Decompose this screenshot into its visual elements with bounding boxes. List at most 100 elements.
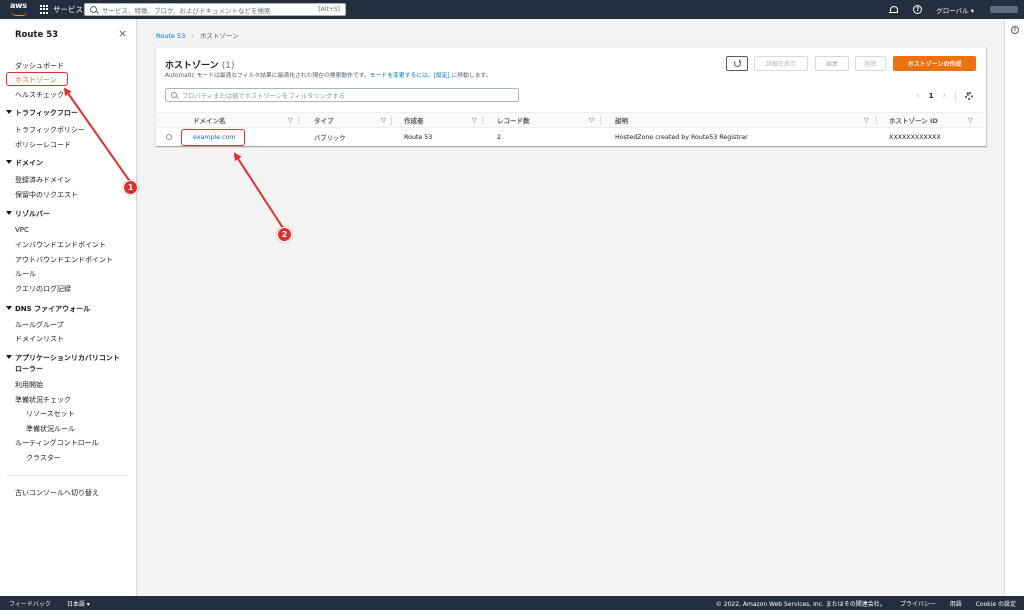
table-row[interactable]: example.com パブリック Route 53 2 HostedZone … (157, 129, 985, 145)
column-divider (876, 116, 877, 125)
sidebar-item-routing-control[interactable]: ルーティングコントロール (15, 438, 99, 448)
top-navigation: aws サービス サービス、特徴、ブログ、およびドキュメントなどを検索 [Alt… (0, 0, 1024, 19)
sidebar-divider (6, 475, 128, 476)
right-rail: i (1004, 19, 1024, 596)
column-divider (600, 116, 601, 125)
privacy-link[interactable]: プライバシー (900, 599, 936, 608)
pagination: ‹ 1 › (916, 90, 974, 101)
sidebar-section-traffic-flow[interactable]: トラフィックフロー (6, 108, 78, 119)
help-icon[interactable]: ? (913, 5, 923, 14)
highlight-box-hosted-zones (6, 72, 68, 86)
column-header-domain[interactable]: ドメイン名 (193, 113, 226, 127)
sidebar-section-arc-line2[interactable]: ローラー (15, 364, 43, 375)
prev-page-icon[interactable]: ‹ (916, 91, 920, 101)
edit-button[interactable]: 編集 (815, 56, 849, 71)
search-icon (171, 92, 177, 98)
view-details-button[interactable]: 詳細を表示 (754, 56, 808, 71)
chevron-right-icon: › (191, 32, 194, 40)
sidebar-item-query-logging[interactable]: クエリのログ記録 (15, 284, 71, 294)
breadcrumb-root-link[interactable]: Route 53 (156, 32, 185, 40)
cell-description: HostedZone created by Route53 Registrar (615, 133, 748, 141)
breadcrumb: Route 53 › ホストゾーン (156, 30, 239, 40)
sidebar-item-registered-domains[interactable]: 登録済みドメイン (15, 175, 71, 185)
sidebar-item-domain-lists[interactable]: ドメインリスト (15, 334, 64, 344)
create-hosted-zone-button[interactable]: ホストゾーンの作成 (893, 56, 976, 71)
delete-button[interactable]: 削除 (855, 56, 886, 71)
sort-caret-icon[interactable]: ▽ (472, 113, 477, 127)
sidebar-item-inbound-endpoints[interactable]: インバウンドエンドポイント (15, 240, 106, 250)
column-divider (391, 116, 392, 125)
aws-smile-icon (11, 11, 27, 16)
column-header-type[interactable]: タイプ (314, 113, 334, 127)
sort-caret-icon[interactable]: ▽ (968, 113, 973, 127)
sidebar-item-traffic-policies[interactable]: トラフィックポリシー (15, 125, 85, 135)
sidebar-item-rule-groups[interactable]: ルールグループ (15, 320, 64, 330)
search-placeholder: サービス、特徴、ブログ、およびドキュメントなどを検索 (102, 6, 271, 15)
services-grid-icon[interactable] (40, 5, 49, 14)
sidebar-item-policy-records[interactable]: ポリシーレコード (15, 140, 71, 150)
column-divider (298, 116, 299, 125)
highlight-box-domain (181, 129, 245, 146)
cell-created-by: Route 53 (404, 133, 433, 141)
current-page[interactable]: 1 (929, 92, 934, 100)
info-icon[interactable]: i (1011, 26, 1019, 34)
cookie-settings-link[interactable]: Cookie の設定 (976, 599, 1016, 608)
row-radio[interactable] (166, 134, 172, 140)
aws-logo[interactable]: aws (8, 0, 34, 19)
column-divider (482, 116, 483, 125)
sidebar-item-readiness-rules[interactable]: 準備状況ルール (26, 424, 75, 434)
column-header-record-count[interactable]: レコード数 (497, 113, 530, 127)
sidebar-item-dashboard[interactable]: ダッシュボード (15, 61, 64, 71)
change-mode-link[interactable]: モードを変更するには、 (370, 73, 434, 79)
sidebar-item-resource-sets[interactable]: リソースセット (26, 409, 75, 419)
caret-down-icon (6, 306, 12, 310)
close-icon[interactable]: × (118, 28, 127, 39)
refresh-icon (733, 59, 741, 67)
annotation-arrow-2 (233, 152, 284, 229)
sort-caret-icon[interactable]: ▽ (589, 113, 594, 127)
hosted-zones-panel: ホストゾーン (1) Automatic モードは最適なフィルタ結果に最適化され… (156, 47, 986, 146)
global-search-input[interactable]: サービス、特徴、ブログ、およびドキュメントなどを検索 [Alt+S] (84, 3, 346, 16)
sidebar-item-outbound-endpoints[interactable]: アウトバウンドエンドポイント (15, 255, 113, 265)
panel-description: Automatic モードは最適なフィルタ結果に最適化された現在の検索動作です。… (165, 73, 492, 79)
search-icon (90, 6, 97, 13)
sort-caret-icon[interactable]: ▽ (288, 113, 293, 127)
sidebar-item-readiness-check[interactable]: 準備状況チェック (15, 395, 71, 405)
column-header-created-by[interactable]: 作成者 (404, 113, 424, 127)
footer: フィードバック 日本語 ▾ © 2022, Amazon Web Service… (0, 596, 1024, 610)
sidebar-section-arc[interactable]: アプリケーションリカバリコント (6, 353, 120, 364)
sidebar-section-resolver[interactable]: リゾルバー (6, 209, 50, 220)
sort-caret-icon[interactable]: ▽ (864, 113, 869, 127)
caret-down-icon (6, 110, 12, 114)
terms-link[interactable]: 用語 (950, 599, 962, 608)
column-header-zone-id[interactable]: ホストゾーン ID (889, 113, 938, 127)
sidebar-item-vpc[interactable]: VPC (15, 226, 29, 234)
sort-caret-icon[interactable]: ▽ (381, 113, 386, 127)
filter-input[interactable]: プロパティまたは値でホストゾーンをフィルタリングする (165, 88, 519, 102)
cell-record-count: 2 (497, 133, 502, 141)
caret-down-icon (6, 160, 12, 164)
next-page-icon[interactable]: › (942, 91, 946, 101)
settings-link[interactable]: [設定] (434, 73, 450, 79)
sidebar-section-dns-firewall[interactable]: DNS ファイアウォール (6, 304, 90, 315)
services-menu[interactable]: サービス (53, 4, 83, 15)
sidebar-section-domains[interactable]: ドメイン (6, 158, 43, 169)
sidebar-item-clusters[interactable]: クラスター (26, 453, 61, 463)
account-menu[interactable] (990, 6, 1018, 13)
step-badge-2: 2 (277, 227, 292, 242)
region-selector[interactable]: グローバル ▾ (936, 5, 974, 15)
language-selector[interactable]: 日本語 ▾ (67, 599, 90, 608)
sidebar-item-old-console[interactable]: 古いコンソールへ切り替え (15, 488, 99, 498)
sidebar-item-getting-started[interactable]: 利用開始 (15, 380, 43, 390)
sidebar-item-rules[interactable]: ルール (15, 269, 36, 279)
pager-divider (955, 90, 957, 101)
notification-bell-icon[interactable] (889, 5, 899, 14)
column-header-description[interactable]: 説明 (615, 113, 628, 127)
table-header: ドメイン名 ▽ タイプ ▽ 作成者 ▽ レコード数 ▽ 説明 ▽ ホストゾーン … (157, 112, 985, 128)
feedback-link[interactable]: フィードバック (9, 599, 51, 608)
refresh-button[interactable] (726, 56, 748, 71)
sidebar-item-health-checks[interactable]: ヘルスチェック (15, 90, 64, 100)
sidebar-item-pending-requests[interactable]: 保留中のリクエスト (15, 190, 78, 200)
copyright-text: © 2022, Amazon Web Services, Inc. またはその関… (715, 600, 886, 608)
gear-icon[interactable] (965, 91, 974, 100)
